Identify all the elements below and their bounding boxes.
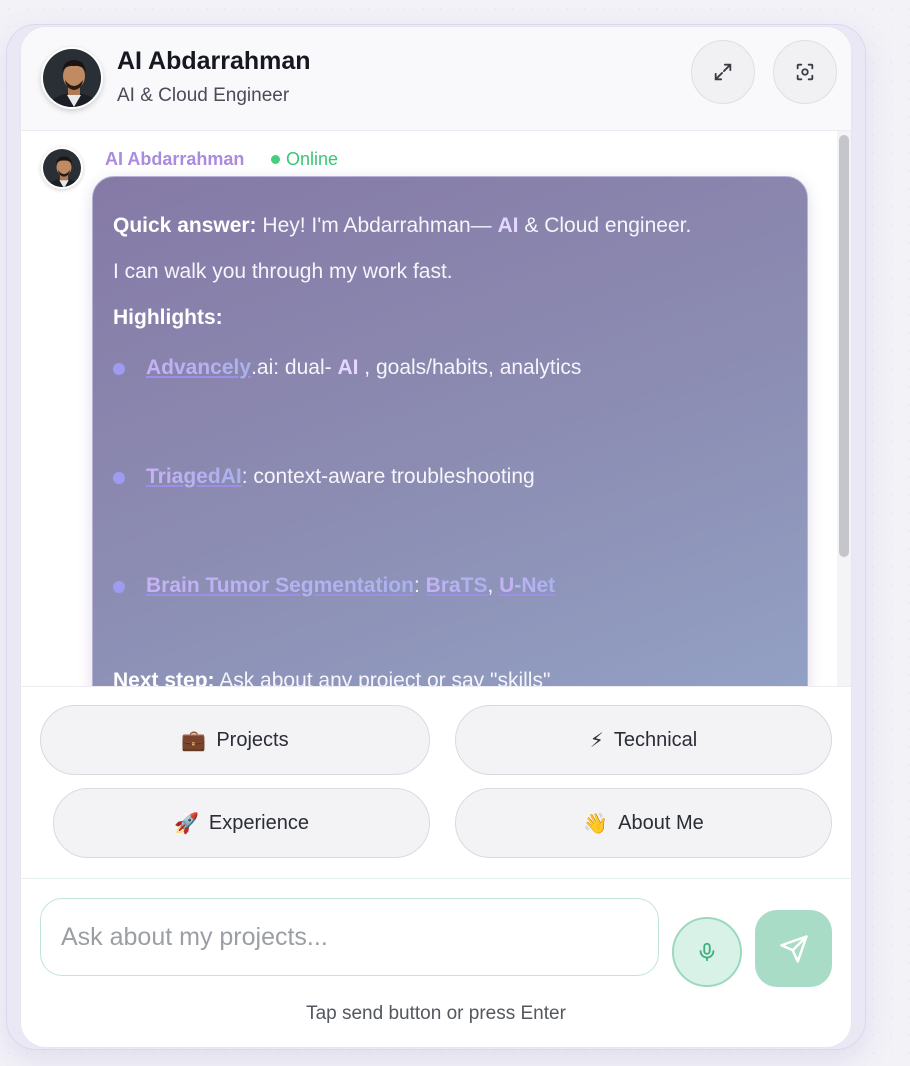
quick-answer: Quick answer: Hey! I'm Abdarrahman— AI &… [113,203,787,249]
separator: : [413,574,426,597]
list-item: Advancely.ai: dual- AI , goals/habits, a… [113,349,787,458]
focus-icon [796,63,814,81]
microphone-icon [699,942,715,962]
button-label: Experience [208,811,309,834]
link-advancely[interactable]: Advancely [146,356,251,379]
quick-answer-label: Quick answer: [113,214,257,237]
bullet-icon [113,581,125,593]
microphone-button[interactable] [672,917,742,987]
composer: Ask about my projects... Tap send button… [21,879,851,1047]
next-step: Next step: Ask about any project or say … [113,669,550,686]
bullet-icon [113,472,125,484]
expand-button[interactable] [691,40,755,104]
link-triagedai[interactable]: TriagedAI [146,465,242,488]
online-dot-icon [271,155,280,164]
chat-header: AI Abdarrahman AI & Cloud Engineer [21,27,851,131]
message-sender: AI Abdarrahman [105,149,245,169]
projects-button[interactable]: 💼 Projects [40,705,430,775]
scrollbar-thumb[interactable] [839,135,849,557]
ai-highlight: AI [497,214,519,237]
quick-answer-text: Hey! I'm Abdarrahman— [262,214,498,237]
quick-actions: 💼 Projects ⚡ Technical 🚀 Experience 👋 Ab… [21,686,851,879]
next-step-label: Next step: [113,669,215,686]
send-button[interactable] [755,910,832,987]
composer-hint: Tap send button or press Enter [306,1003,566,1024]
link-brain-tumor[interactable]: Brain Tumor Segmentation [146,574,414,597]
send-icon [779,934,808,963]
rocket-icon: 🚀 [174,812,199,835]
quick-answer-text-end: & Cloud engineer. [518,214,692,237]
technical-button[interactable]: ⚡ Technical [455,705,832,775]
experience-button[interactable]: 🚀 Experience [53,788,430,858]
page-title: AI Abdarrahman [117,47,311,75]
highlights-heading: Highlights: [113,306,223,329]
status-text: Online [286,149,339,169]
bullet-icon [113,363,125,375]
message-input[interactable]: Ask about my projects... [40,898,659,976]
scrollbar[interactable] [837,131,851,686]
list-item-text: : context-aware troubleshooting [241,465,535,488]
button-label: About Me [618,811,704,834]
chat-widget: AI Abdarrahman AI & Cloud Engineer AI Ab… [20,26,852,1048]
message-list[interactable]: AI Abdarrahman Online Quick answer: Hey!… [21,131,851,686]
avatar [41,47,103,109]
focus-button[interactable] [773,40,837,104]
highlights-list: Advancely.ai: dual- AI , goals/habits, a… [113,349,787,676]
quick-answer-line-2: I can walk you through my work fast. [113,260,453,283]
avatar [41,147,83,189]
list-item-text-end: , goals/habits, analytics [358,356,582,379]
about-me-button[interactable]: 👋 About Me [455,788,832,858]
expand-icon [714,63,732,81]
link-unet[interactable]: U-Net [499,574,555,597]
wave-icon: 👋 [583,812,609,835]
link-brats[interactable]: BraTS [426,574,488,597]
message-bubble: Quick answer: Hey! I'm Abdarrahman— AI &… [92,176,808,686]
list-item-text: .ai: dual- [251,356,338,379]
next-step-text: Ask about any project or say "skills" [214,669,551,686]
ai-highlight: AI [337,356,359,379]
status-badge: Online [271,149,338,170]
button-label: Technical [613,728,698,751]
separator: , [487,574,500,597]
lightning-icon: ⚡ [589,729,604,752]
briefcase-icon: 💼 [181,729,207,752]
button-label: Projects [216,728,289,751]
list-item: TriagedAI: context-aware troubleshooting [113,458,787,567]
list-item: Brain Tumor Segmentation: BraTS, U-Net [113,567,787,676]
subtitle: AI & Cloud Engineer [117,85,290,106]
